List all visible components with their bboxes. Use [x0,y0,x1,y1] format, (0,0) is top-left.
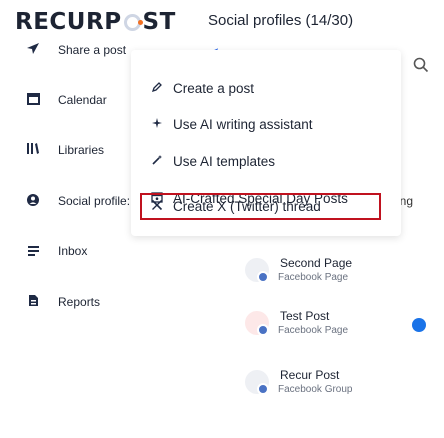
page-type: Facebook Group [278,384,353,395]
wand-icon [151,154,163,169]
sidebar-item-inbox[interactable]: Inbox [0,241,87,261]
sidebar-item-label: Libraries [58,143,105,157]
menu-item-label: Use AI templates [173,153,276,169]
pencil-icon [151,81,163,96]
sidebar-item-reports[interactable]: Reports [0,292,100,312]
calendar-icon [24,92,42,108]
menu-item-ai-templates[interactable]: Use AI templates [151,151,275,171]
reports-icon [24,294,42,310]
facebook-icon [257,383,269,395]
create-post-dropdown: Create a post Use AI writing assistant U… [131,50,401,236]
page-name: Recur Post [280,368,340,382]
sparkle-icon [151,117,163,132]
recurpost-logo[interactable]: RECURP ST [15,7,176,37]
sidebar-item-label: Reports [58,295,101,309]
search-icon[interactable] [413,57,429,73]
sidebar-item-label: Share a post [58,43,127,57]
facebook-icon [257,324,269,336]
status-dot [412,318,426,332]
menu-item-x-thread[interactable]: Create X (Twitter) thread [140,193,381,220]
facebook-icon [257,271,269,283]
page-type: Facebook Page [278,272,349,283]
sidebar-item-calendar[interactable]: Calendar [0,90,107,110]
page-name: Test Post [280,309,330,323]
page-type: Facebook Page [278,325,349,336]
x-logo-icon [151,199,163,214]
logo-text-left: RECURP [15,9,122,35]
sidebar-item-label: Calendar [58,93,107,107]
sidebar-item-label: Inbox [58,244,88,258]
sidebar-item-label: Social profile: [58,194,131,208]
menu-item-create-post[interactable]: Create a post [151,78,254,98]
menu-item-label: Create X (Twitter) thread [173,199,321,214]
menu-item-label: Create a post [173,80,255,96]
sidebar-item-social-profiles[interactable]: Social profile: [0,191,130,211]
menu-item-label: Use AI writing assistant [173,116,313,132]
menu-item-ai-writing-assistant[interactable]: Use AI writing assistant [151,114,313,134]
sidebar-item-libraries[interactable]: Libraries [0,140,104,160]
sidebar-item-share-a-post[interactable]: Share a post [0,40,126,60]
libraries-icon [24,142,42,158]
send-icon [24,42,42,59]
logo-ring-icon [123,13,143,31]
inbox-icon [24,243,42,259]
page-name: Second Page [280,256,353,270]
page-title: Social profiles (14/30) [208,12,354,29]
logo-text-right: ST [142,9,176,35]
globe-icon [24,193,42,210]
